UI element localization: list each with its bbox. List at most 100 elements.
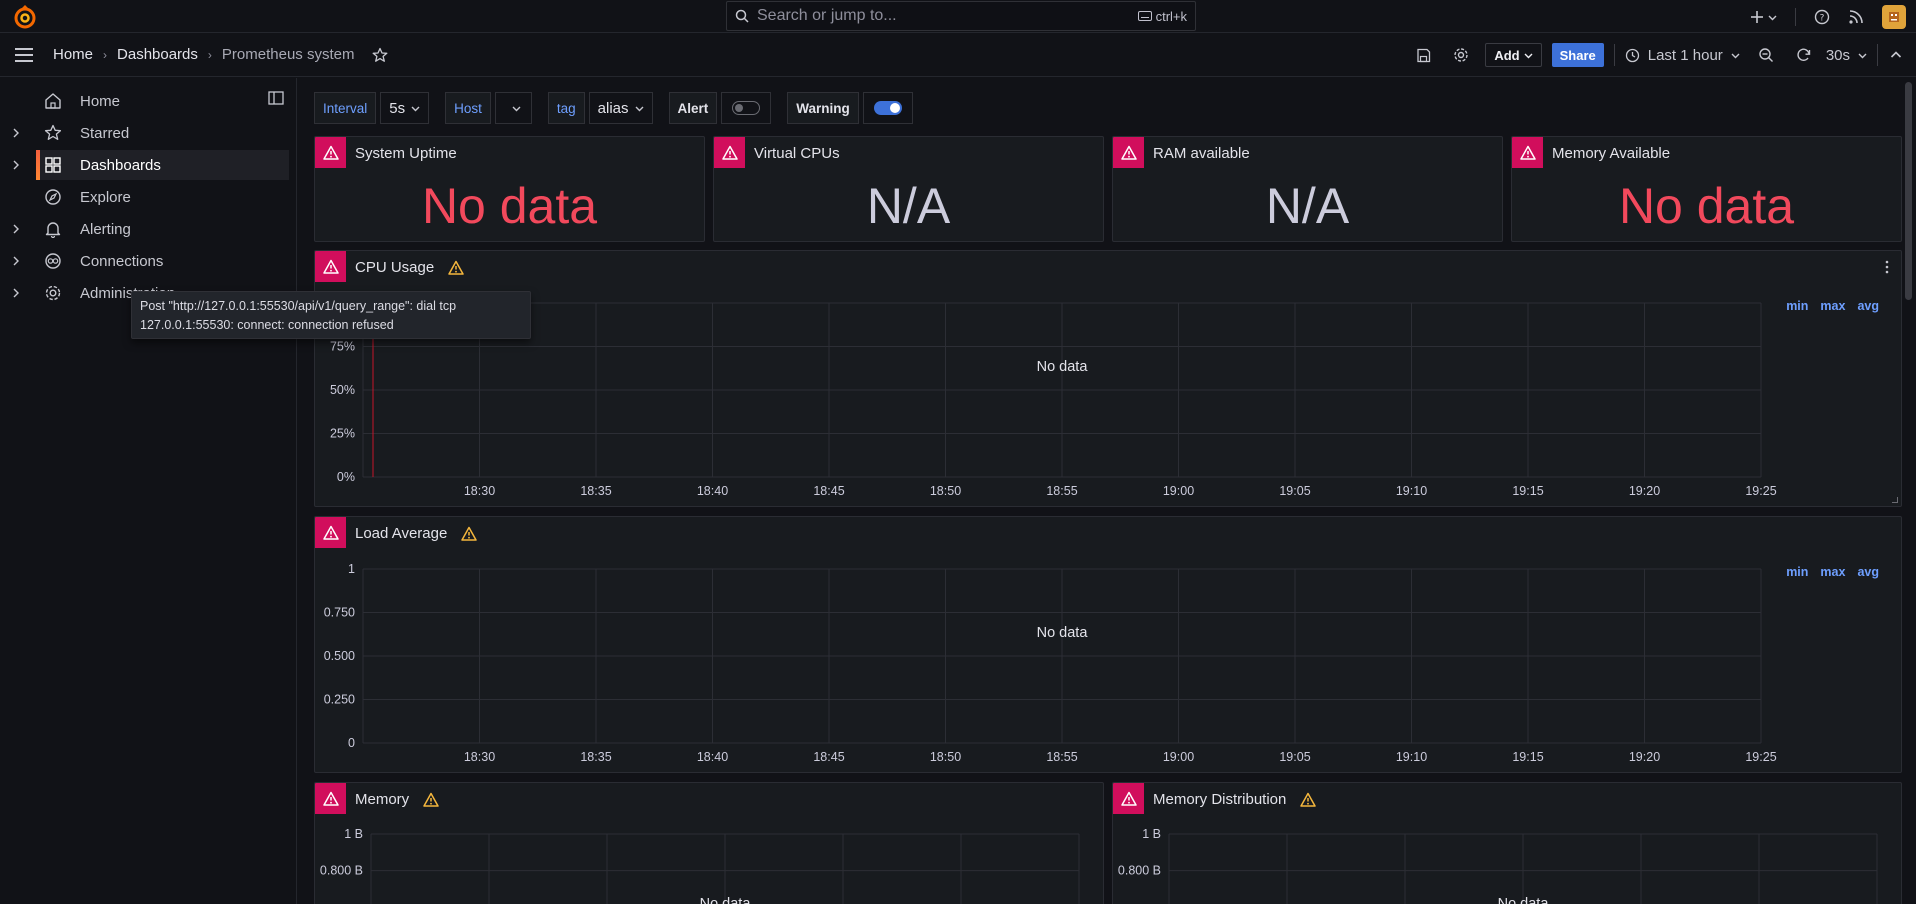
collapse-chevron-up-icon[interactable] (1888, 49, 1904, 61)
x-tick-label: 18:35 (580, 750, 611, 764)
error-indicator[interactable] (1512, 137, 1543, 168)
star-icon[interactable] (372, 47, 388, 63)
cpu-usage-chart: 75% 50% 25% 0% 18:30 18:35 18:40 18:45 18:50 18:5… (330, 302, 1777, 498)
stat-value: N/A (1265, 178, 1350, 234)
dashboard-settings-icon[interactable] (1447, 47, 1475, 63)
y-tick-label: 1 B (1142, 827, 1161, 841)
error-triangle-icon (721, 145, 738, 160)
search-input[interactable]: Search or jump to... ctrl+k (726, 1, 1196, 31)
alert-toggle[interactable] (732, 101, 761, 115)
interval-select[interactable]: 5s (380, 92, 430, 124)
load-average-panel[interactable]: Load Average 1 0.750 0.500 0.250 0 18:30 18:35… (314, 516, 1902, 773)
stat-panel-ram-available[interactable]: RAM available N/A (1112, 136, 1503, 242)
legend-max-link[interactable]: max (1820, 299, 1845, 313)
sidebar-item-label: Dashboards (80, 156, 161, 174)
panel-resize-handle[interactable] (1892, 497, 1898, 503)
search-placeholder: Search or jump to... (757, 7, 897, 24)
chevron-down-icon (1731, 53, 1740, 58)
chevron-down-icon (1768, 15, 1777, 20)
stat-panel-virtual-cpus[interactable]: Virtual CPUs N/A (713, 136, 1104, 242)
legend-avg-link[interactable]: avg (1857, 299, 1879, 313)
dashboard-nav-bar: Home › Dashboards › Prometheus system Ad… (0, 33, 1916, 77)
refresh-icon[interactable] (1792, 47, 1816, 63)
tag-select[interactable]: alias (588, 92, 653, 124)
keyboard-icon (1137, 11, 1152, 21)
x-tick-label: 19:15 (1512, 484, 1543, 498)
sidebar-item-home[interactable]: Home (0, 86, 290, 116)
warning-toggle[interactable] (873, 101, 902, 115)
new-menu-button[interactable] (1750, 10, 1777, 24)
sidebar-item-alerting[interactable]: Alerting (0, 214, 290, 244)
zoom-out-icon[interactable] (1750, 47, 1782, 63)
chevron-right-icon[interactable] (10, 223, 22, 235)
sidebar-item-label: Alerting (80, 220, 131, 238)
save-dashboard-icon[interactable] (1410, 48, 1437, 63)
stat-value: N/A (866, 178, 951, 234)
scrollbar-thumb[interactable] (1905, 82, 1912, 300)
legend-min-link[interactable]: min (1786, 299, 1808, 313)
news-rss-icon[interactable] (1848, 9, 1864, 25)
chevron-right-icon: › (207, 47, 212, 62)
breadcrumb: Home › Dashboards › Prometheus system (53, 46, 388, 63)
host-select[interactable] (494, 92, 532, 124)
x-tick-label: 19:25 (1745, 750, 1776, 764)
time-range-picker[interactable]: Last 1 hour (1625, 47, 1740, 64)
interval-value: 5s (389, 99, 406, 117)
connections-icon (44, 252, 62, 270)
panel-title: Virtual CPUs (754, 145, 840, 162)
menu-toggle-icon[interactable] (13, 45, 35, 65)
chevron-right-icon[interactable] (10, 287, 22, 299)
help-icon[interactable]: ? (1814, 9, 1830, 25)
x-tick-label: 19:00 (1163, 484, 1194, 498)
legend-avg-link[interactable]: avg (1857, 565, 1879, 579)
svg-text:?: ? (1820, 14, 1825, 24)
panel-title-text: Virtual CPUs (754, 145, 840, 162)
y-tick-label: 0 (348, 736, 355, 750)
sidebar-item-explore[interactable]: Explore (0, 182, 290, 212)
sidebar-item-dashboards[interactable]: Dashboards (36, 150, 289, 180)
chevron-right-icon[interactable] (10, 255, 22, 267)
error-indicator[interactable] (714, 137, 745, 168)
panel-title-text: RAM available (1153, 145, 1250, 162)
x-tick-label: 19:20 (1629, 484, 1660, 498)
x-tick-label: 18:45 (813, 484, 844, 498)
legend-max-link[interactable]: max (1820, 565, 1845, 579)
no-data-text: No data (1037, 625, 1089, 641)
breadcrumb-home[interactable]: Home (53, 46, 93, 63)
divider (1613, 44, 1615, 66)
memory-panel[interactable]: Memory 1 B 0.800 B No data (314, 782, 1104, 904)
y-tick-label: 50% (330, 383, 355, 397)
share-button[interactable]: Share (1551, 43, 1604, 67)
y-tick-label: 1 B (344, 827, 363, 841)
no-data-text: No data (700, 896, 752, 904)
memory-distribution-chart: 1 B 0.800 B No data (1118, 827, 1878, 904)
breadcrumb-current: Prometheus system (221, 46, 355, 63)
error-triangle-icon (322, 145, 339, 160)
home-icon (44, 92, 62, 110)
sidebar-item-connections[interactable]: Connections (0, 246, 290, 276)
panel-title-text: Memory Available (1552, 145, 1671, 162)
error-indicator[interactable] (1113, 137, 1144, 168)
grafana-logo-icon[interactable] (12, 4, 38, 30)
no-data-text: No data (1498, 896, 1550, 904)
memory-distribution-panel[interactable]: Memory Distribution 1 B 0.800 B No data (1112, 782, 1902, 904)
chevron-right-icon: › (103, 47, 108, 62)
legend-min-link[interactable]: min (1786, 565, 1808, 579)
sidebar-item-starred[interactable]: Starred (0, 118, 290, 148)
add-button[interactable]: Add (1485, 43, 1542, 67)
stat-panel-system-uptime[interactable]: System Uptime No data (314, 136, 705, 242)
cpu-usage-panel[interactable]: CPU Usage 75% 50% 25% 0% 18:30 18:35 18:40 18:4… (314, 250, 1902, 507)
alert-variable-label: Alert (668, 92, 718, 124)
chevron-right-icon[interactable] (10, 127, 22, 139)
chevron-right-icon[interactable] (10, 159, 22, 171)
refresh-interval-picker[interactable]: 30s (1826, 47, 1867, 64)
memory-chart: 1 B 0.800 B No data (320, 827, 1080, 904)
legend-calcs: min max avg (1786, 299, 1879, 313)
breadcrumb-dashboards[interactable]: Dashboards (117, 46, 198, 63)
add-button-label: Add (1494, 47, 1520, 63)
stat-panel-memory-available[interactable]: Memory Available No data (1511, 136, 1902, 242)
sidebar-item-label: Explore (80, 188, 131, 206)
error-indicator[interactable] (315, 137, 346, 168)
user-avatar[interactable] (1882, 5, 1906, 29)
error-triangle-icon (1120, 145, 1137, 160)
